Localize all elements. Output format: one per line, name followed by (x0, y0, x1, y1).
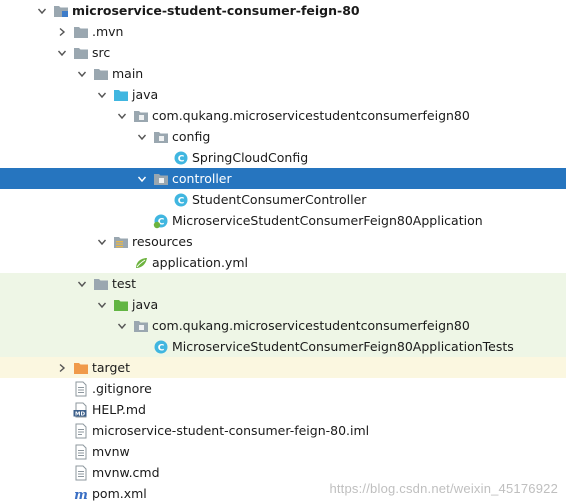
chevron-down-icon[interactable] (96, 234, 108, 250)
text-file-icon (73, 381, 89, 397)
tree-row[interactable]: C StudentConsumerController (0, 189, 566, 210)
class-icon: C (153, 339, 169, 355)
resources-folder-icon (113, 234, 129, 250)
svg-text:C: C (178, 196, 185, 206)
tree-item-label: config (172, 129, 211, 144)
tree-row[interactable]: controller (0, 168, 566, 189)
package-icon (133, 108, 149, 124)
chevron-down-icon[interactable] (136, 129, 148, 145)
folder-icon (93, 66, 109, 82)
watermark-text: https://blog.csdn.net/weixin_45176922 (329, 481, 558, 496)
chevron-down-icon[interactable] (96, 87, 108, 103)
tree-item-label: main (112, 66, 144, 81)
chevron-down-icon[interactable] (136, 171, 148, 187)
chevron-right-icon[interactable] (56, 360, 68, 376)
tree-item-label: microservice-student-consumer-feign-80 (72, 3, 360, 18)
chevron-right-icon[interactable] (56, 24, 68, 40)
spring-app-class-icon: C (153, 213, 169, 229)
chevron-down-icon[interactable] (76, 66, 88, 82)
svg-text:C: C (158, 343, 165, 353)
tree-row[interactable]: src (0, 42, 566, 63)
tree-item-label: MicroserviceStudentConsumerFeign80Applic… (172, 213, 483, 228)
yml-file-icon (133, 255, 149, 271)
svg-text:MD: MD (75, 411, 85, 417)
svg-text:C: C (178, 154, 185, 164)
folder-icon (93, 276, 109, 292)
tree-row[interactable]: mvnw (0, 441, 566, 462)
project-tree: microservice-student-consumer-feign-80 .m… (0, 0, 566, 502)
iml-file-icon (73, 423, 89, 439)
tree-item-label: resources (132, 234, 193, 249)
tree-item-label: HELP.md (92, 402, 146, 417)
tree-row[interactable]: microservice-student-consumer-feign-80 (0, 0, 566, 21)
chevron-down-icon[interactable] (36, 3, 48, 19)
tree-row[interactable]: microservice-student-consumer-feign-80.i… (0, 420, 566, 441)
tree-item-label: com.qukang.microservicestudentconsumerfe… (152, 318, 470, 333)
tree-item-label: test (112, 276, 137, 291)
chevron-down-icon[interactable] (116, 108, 128, 124)
class-icon: C (173, 192, 189, 208)
maven-pom-icon: m (73, 486, 89, 502)
package-icon (153, 171, 169, 187)
test-source-folder-icon (113, 297, 129, 313)
folder-icon (73, 45, 89, 61)
source-folder-icon (113, 87, 129, 103)
tree-item-label: .gitignore (92, 381, 152, 396)
tree-item-label: java (132, 297, 159, 312)
chevron-down-icon[interactable] (76, 276, 88, 292)
tree-item-label: com.qukang.microservicestudentconsumerfe… (152, 108, 470, 123)
tree-row[interactable]: test (0, 273, 566, 294)
tree-row[interactable]: java (0, 294, 566, 315)
tree-item-label: microservice-student-consumer-feign-80.i… (92, 423, 370, 438)
tree-item-label: mvnw (92, 444, 130, 459)
tree-row[interactable]: C MicroserviceStudentConsumerFeign80Appli… (0, 336, 566, 357)
text-file-icon (73, 465, 89, 481)
chevron-down-icon[interactable] (56, 45, 68, 61)
tree-item-label: java (132, 87, 159, 102)
markdown-file-icon: MD (73, 402, 89, 418)
svg-text:m: m (74, 488, 88, 502)
tree-item-label: SpringCloudConfig (192, 150, 309, 165)
text-file-icon (73, 444, 89, 460)
tree-item-label: pom.xml (92, 486, 147, 501)
tree-item-label: .mvn (92, 24, 124, 39)
tree-row[interactable]: com.qukang.microservicestudentconsumerfe… (0, 105, 566, 126)
tree-item-label: src (92, 45, 111, 60)
tree-item-label: MicroserviceStudentConsumerFeign80Applic… (172, 339, 514, 354)
tree-row[interactable]: resources (0, 231, 566, 252)
tree-row[interactable]: main (0, 63, 566, 84)
tree-row[interactable]: config (0, 126, 566, 147)
tree-row[interactable]: application.yml (0, 252, 566, 273)
package-icon (133, 318, 149, 334)
tree-item-label: target (92, 360, 131, 375)
folder-icon (73, 24, 89, 40)
chevron-down-icon[interactable] (116, 318, 128, 334)
tree-row[interactable]: target (0, 357, 566, 378)
tree-row[interactable]: com.qukang.microservicestudentconsumerfe… (0, 315, 566, 336)
tree-row[interactable]: .gitignore (0, 378, 566, 399)
tree-row[interactable]: java (0, 84, 566, 105)
tree-item-label: StudentConsumerController (192, 192, 367, 207)
tree-row[interactable]: mvnw.cmd (0, 462, 566, 483)
chevron-down-icon[interactable] (96, 297, 108, 313)
class-icon: C (173, 150, 189, 166)
tree-item-label: mvnw.cmd (92, 465, 160, 480)
tree-row[interactable]: C MicroserviceStudentConsumerFeign80Appli… (0, 210, 566, 231)
excluded-folder-icon (73, 360, 89, 376)
package-icon (153, 129, 169, 145)
tree-row[interactable]: C SpringCloudConfig (0, 147, 566, 168)
module-folder-icon (53, 3, 69, 19)
tree-row[interactable]: .mvn (0, 21, 566, 42)
tree-item-label: application.yml (152, 255, 248, 270)
tree-row[interactable]: MD HELP.md (0, 399, 566, 420)
tree-item-label: controller (172, 171, 232, 186)
